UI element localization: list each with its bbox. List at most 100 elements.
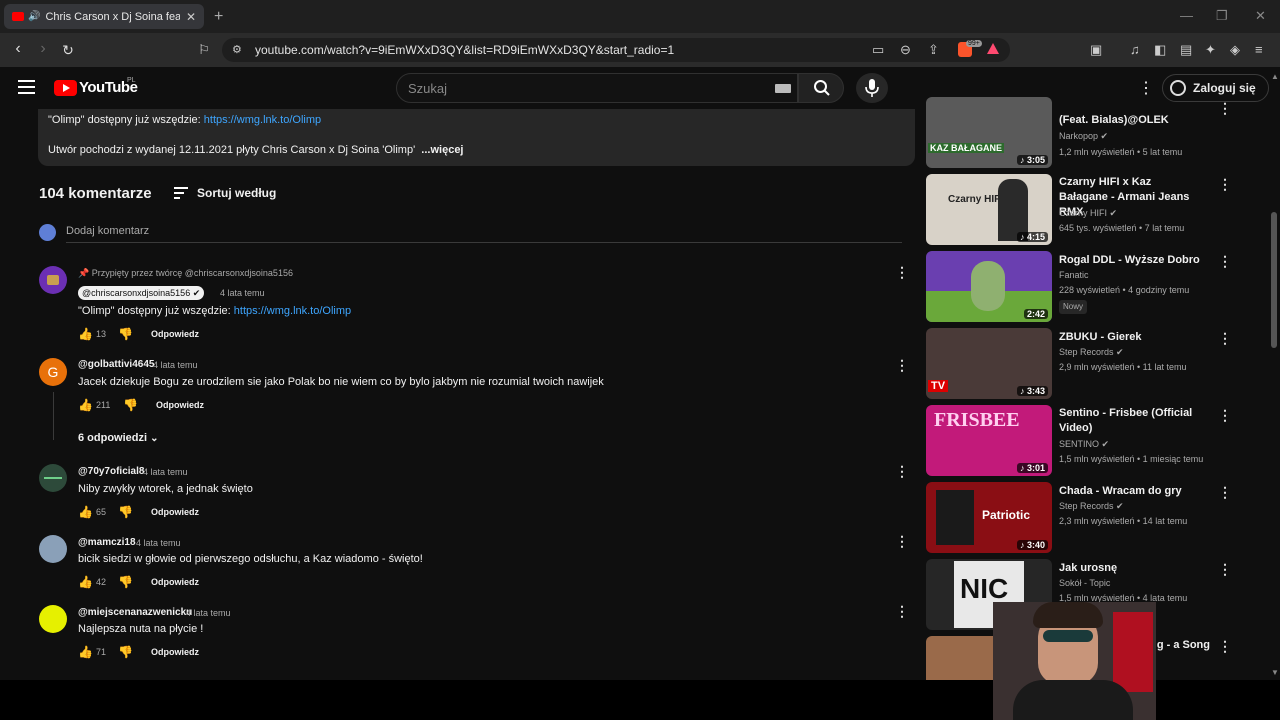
comment-menu-icon[interactable]: ⋮ (895, 463, 909, 480)
reload-icon[interactable]: ↻ (58, 42, 78, 59)
video-thumbnail[interactable]: Patriotic ♪ 3:40 (926, 482, 1052, 553)
comment-time[interactable]: 4 lata temu (143, 467, 188, 477)
comment-menu-icon[interactable]: ⋮ (895, 357, 909, 374)
video-thumbnail[interactable]: TV ♪ 3:43 (926, 328, 1052, 399)
like-icon[interactable]: 👍 (78, 575, 93, 589)
comment-link[interactable]: https://wmg.lnk.to/Olimp (234, 305, 351, 317)
video-title[interactable]: g - a Song (1150, 638, 1210, 653)
close-window-icon[interactable]: ✕ (1255, 8, 1266, 24)
video-thumbnail[interactable]: Czarny HIFI ♪ 4:15 (926, 174, 1052, 245)
site-info-icon[interactable]: ⚙ (232, 43, 242, 56)
video-thumbnail[interactable]: 2:42 (926, 251, 1052, 322)
video-channel[interactable]: Sokół - Topic (1059, 578, 1110, 588)
video-title[interactable]: (Feat. Bialas)@OLEK (1059, 113, 1201, 128)
reply-button[interactable]: Odpowiedz (151, 647, 199, 657)
sort-icon[interactable] (174, 187, 188, 202)
video-menu-icon[interactable]: ⋮ (1218, 330, 1232, 347)
show-more-link[interactable]: ...więcej (421, 144, 463, 156)
forward-icon[interactable]: › (33, 40, 53, 58)
comment-time[interactable]: 4 lata temu (186, 608, 231, 618)
dislike-icon[interactable]: 👎 (118, 327, 133, 341)
add-comment-input[interactable]: Dodaj komentarz (66, 225, 149, 237)
dislike-icon[interactable]: 👎 (118, 645, 133, 659)
dislike-icon[interactable]: 👎 (118, 575, 133, 589)
share-icon[interactable]: ⇪ (928, 42, 939, 58)
voice-search-button[interactable] (856, 73, 888, 103)
video-menu-icon[interactable]: ⋮ (1218, 100, 1232, 117)
new-tab-icon[interactable]: + (214, 8, 223, 26)
description-link[interactable]: https://wmg.lnk.to/Olimp (204, 114, 321, 126)
vpn-icon[interactable]: ◈ (1230, 42, 1240, 58)
video-menu-icon[interactable]: ⋮ (1218, 176, 1232, 193)
video-channel[interactable]: Czarny HIFI ✔ (1059, 208, 1117, 219)
dislike-icon[interactable]: 👎 (118, 505, 133, 519)
like-icon[interactable]: 👍 (78, 645, 93, 659)
wallet-icon[interactable]: ▤ (1180, 42, 1192, 58)
browser-tab[interactable]: 🔊 Chris Carson x Dj Soina feat. K ✕ (4, 4, 204, 29)
comment-time[interactable]: 4 lata temu (220, 288, 265, 298)
screenshot-icon[interactable]: ▣ (1090, 42, 1102, 58)
leo-ai-icon[interactable]: ✦ (1205, 42, 1216, 58)
search-button[interactable] (798, 73, 844, 103)
video-channel[interactable]: Step Records ✔ (1059, 347, 1124, 358)
youtube-logo-icon[interactable] (54, 80, 77, 96)
cast-icon[interactable]: ▭ (872, 42, 884, 58)
comment-avatar[interactable] (39, 535, 67, 563)
scroll-down-icon[interactable]: ▼ (1271, 668, 1279, 677)
comment-author[interactable]: @golbattivi4645 (78, 359, 154, 370)
comment-author[interactable]: @70y7oficial8 (78, 466, 144, 477)
zoom-icon[interactable]: ⊖ (900, 42, 911, 58)
video-title[interactable]: Chada - Wracam do gry (1059, 484, 1201, 499)
sort-button[interactable]: Sortuj według (197, 186, 276, 200)
video-channel[interactable]: SENTINO ✔ (1059, 439, 1109, 450)
comment-avatar[interactable] (39, 266, 67, 294)
back-icon[interactable]: ‹ (8, 40, 28, 58)
scrollbar-thumb[interactable] (1271, 212, 1277, 348)
comment-menu-icon[interactable]: ⋮ (895, 533, 909, 550)
bookmark-icon[interactable]: ⚐ (194, 42, 214, 58)
video-menu-icon[interactable]: ⋮ (1218, 561, 1232, 578)
sidebar-icon[interactable]: ◧ (1154, 42, 1166, 58)
like-icon[interactable]: 👍 (78, 327, 93, 341)
comment-avatar[interactable]: G (39, 358, 67, 386)
comment-avatar[interactable] (39, 464, 67, 492)
comment-avatar[interactable] (39, 605, 67, 633)
hamburger-menu-icon[interactable] (18, 80, 35, 98)
video-title[interactable]: Jak urosnę (1059, 561, 1201, 576)
comment-menu-icon[interactable]: ⋮ (895, 264, 909, 281)
video-title[interactable]: Sentino - Frisbee (Official Video) (1059, 406, 1201, 436)
settings-kebab-icon[interactable]: ⋮ (1138, 78, 1154, 98)
search-input[interactable] (396, 73, 798, 103)
comment-author[interactable]: @miejscenanazwenicku (78, 607, 192, 618)
keyboard-icon[interactable] (775, 84, 791, 93)
speaker-icon[interactable]: 🔊 (28, 11, 40, 22)
url-text[interactable]: youtube.com/watch?v=9iEmWXxD3QY&list=RD9… (255, 43, 674, 57)
video-menu-icon[interactable]: ⋮ (1218, 638, 1232, 655)
music-icon[interactable]: ♫ (1130, 42, 1140, 57)
video-menu-icon[interactable]: ⋮ (1218, 484, 1232, 501)
reply-button[interactable]: Odpowiedz (151, 329, 199, 339)
dislike-icon[interactable]: 👎 (123, 398, 138, 412)
video-menu-icon[interactable]: ⋮ (1218, 253, 1232, 270)
comment-menu-icon[interactable]: ⋮ (895, 603, 909, 620)
comment-time[interactable]: 4 lata temu (153, 360, 198, 370)
video-thumbnail[interactable]: KAZ BAŁAGANE ♪ 3:05 (926, 97, 1052, 168)
minimize-icon[interactable]: — (1180, 8, 1193, 23)
video-thumbnail[interactable]: FRISBEE ♪ 3:01 (926, 405, 1052, 476)
maximize-icon[interactable]: ❐ (1216, 8, 1228, 24)
scroll-up-icon[interactable]: ▲ (1271, 72, 1279, 81)
show-replies-button[interactable]: 6 odpowiedzi ⌄ (78, 432, 159, 444)
comment-time[interactable]: 4 lata temu (136, 538, 181, 548)
close-tab-icon[interactable]: ✕ (186, 10, 196, 24)
reply-button[interactable]: Odpowiedz (151, 507, 199, 517)
video-channel[interactable]: Step Records ✔ (1059, 501, 1124, 512)
like-icon[interactable]: 👍 (78, 398, 93, 412)
author-chip[interactable]: @chriscarsonxdjsoina5156 ✔ (78, 286, 205, 300)
reply-button[interactable]: Odpowiedz (156, 400, 204, 410)
video-channel[interactable]: Fanatic (1059, 270, 1089, 280)
like-icon[interactable]: 👍 (78, 505, 93, 519)
comment-author[interactable]: @mamczi18 (78, 537, 136, 548)
video-title[interactable]: ZBUKU - Gierek (1059, 330, 1201, 345)
video-menu-icon[interactable]: ⋮ (1218, 407, 1232, 424)
menu-icon[interactable]: ≡ (1255, 42, 1263, 57)
